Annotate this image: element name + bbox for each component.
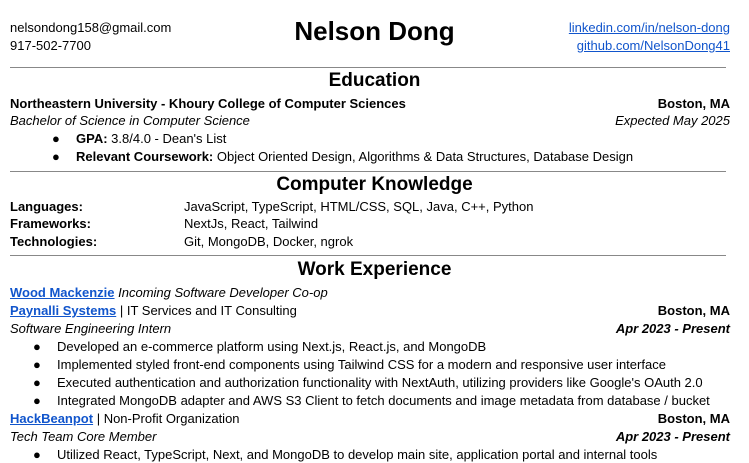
section-divider bbox=[10, 255, 726, 256]
graduation-date: Expected May 2025 bbox=[615, 113, 730, 128]
knowledge-heading: Computer Knowledge bbox=[276, 174, 473, 195]
hackbeanpot-role-row: Tech Team Core Member Apr 2023 - Present bbox=[10, 428, 730, 445]
contact-info-right: linkedin.com/in/nelson-dong github.com/N… bbox=[569, 19, 730, 55]
bullet-icon: ● bbox=[52, 149, 60, 164]
github-link[interactable]: github.com/NelsonDong41 bbox=[569, 37, 730, 55]
bullet-icon: ● bbox=[33, 375, 41, 390]
wood-mackenzie-row: Wood Mackenzie Incoming Software Develop… bbox=[10, 284, 730, 301]
wood-mackenzie-link[interactable]: Wood Mackenzie bbox=[10, 285, 115, 300]
bullet-icon: ● bbox=[52, 131, 60, 146]
languages-value: JavaScript, TypeScript, HTML/CSS, SQL, J… bbox=[184, 199, 534, 214]
school-location: Boston, MA bbox=[657, 96, 730, 111]
bullet-icon: ● bbox=[33, 339, 41, 354]
gpa-value: 3.8/4.0 - Dean's List bbox=[111, 131, 227, 146]
paynalli-company-row: Paynalli Systems | IT Services and IT Co… bbox=[10, 302, 730, 319]
hackbeanpot-description: | Non-Profit Organization bbox=[96, 411, 240, 426]
technologies-label: Technologies: bbox=[10, 234, 98, 249]
bullet-icon: ● bbox=[33, 357, 41, 372]
paynalli-dates: Apr 2023 - Present bbox=[615, 321, 730, 336]
gpa-label: GPA: bbox=[76, 131, 108, 146]
linkedin-link[interactable]: linkedin.com/in/nelson-dong bbox=[569, 19, 730, 37]
technologies-value: Git, MongoDB, Docker, ngrok bbox=[184, 234, 354, 249]
paynalli-bullet-text: Implemented styled front-end components … bbox=[57, 357, 666, 372]
hackbeanpot-company-row: HackBeanpot | Non-Profit Organization Bo… bbox=[10, 410, 730, 427]
languages-label: Languages: bbox=[10, 199, 83, 214]
education-heading: Education bbox=[328, 70, 421, 91]
paynalli-role: Software Engineering Intern bbox=[10, 321, 172, 336]
hackbeanpot-role: Tech Team Core Member bbox=[10, 429, 157, 444]
paynalli-link[interactable]: Paynalli Systems bbox=[10, 303, 116, 318]
section-divider bbox=[10, 67, 726, 68]
bullet-icon: ● bbox=[33, 447, 41, 462]
bullet-icon: ● bbox=[33, 393, 41, 408]
hackbeanpot-location: Boston, MA bbox=[657, 411, 730, 426]
frameworks-value: NextJs, React, Tailwind bbox=[184, 216, 319, 231]
section-divider bbox=[10, 171, 726, 172]
paynalli-bullet-text: Developed an e-commerce platform using N… bbox=[57, 339, 487, 354]
education-school-row: Northeastern University - Khoury College… bbox=[10, 95, 730, 112]
paynalli-role-row: Software Engineering Intern Apr 2023 - P… bbox=[10, 320, 730, 337]
work-heading: Work Experience bbox=[297, 259, 452, 280]
resume-page: nelsondong158@gmail.com 917-502-7700 Nel… bbox=[0, 0, 749, 462]
hackbeanpot-bullet-text: Utilized React, TypeScript, Next, and Mo… bbox=[57, 447, 658, 462]
paynalli-description: | IT Services and IT Consulting bbox=[119, 303, 297, 318]
coursework-label: Relevant Coursework: bbox=[76, 149, 214, 164]
wood-mackenzie-role: Incoming Software Developer Co-op bbox=[118, 285, 328, 300]
hackbeanpot-dates: Apr 2023 - Present bbox=[615, 429, 730, 444]
education-degree-row: Bachelor of Science in Computer Science … bbox=[10, 112, 730, 129]
paynalli-bullet-text: Integrated MongoDB adapter and AWS S3 Cl… bbox=[57, 393, 710, 408]
paynalli-bullet-text: Executed authentication and authorizatio… bbox=[57, 375, 703, 390]
coursework-value: Object Oriented Design, Algorithms & Dat… bbox=[216, 149, 634, 164]
hackbeanpot-link[interactable]: HackBeanpot bbox=[10, 411, 93, 426]
school-name: Northeastern University - Khoury College… bbox=[10, 96, 406, 111]
paynalli-location: Boston, MA bbox=[657, 303, 730, 318]
degree-text: Bachelor of Science in Computer Science bbox=[10, 113, 250, 128]
frameworks-label: Frameworks: bbox=[10, 216, 91, 231]
